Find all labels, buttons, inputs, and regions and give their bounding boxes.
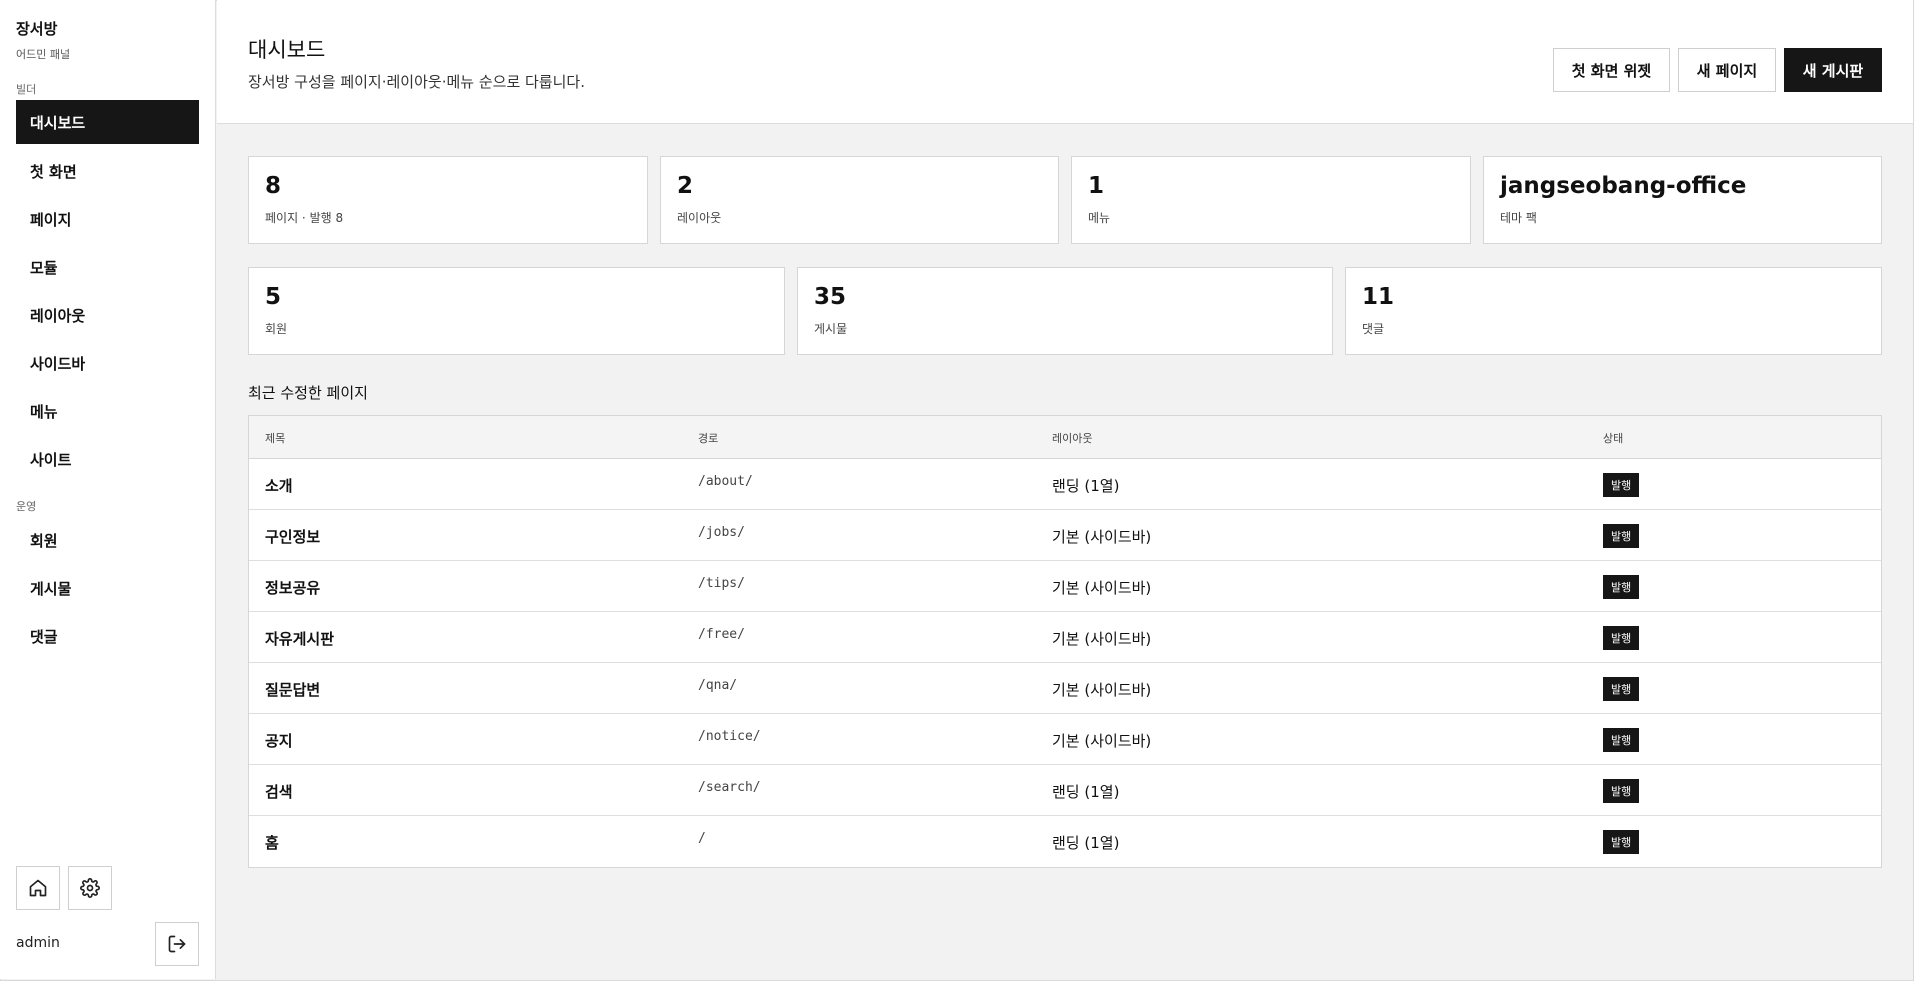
stat-card-comments: 11 댓글 xyxy=(1345,267,1882,355)
username: admin xyxy=(16,935,60,951)
page-title-link[interactable]: 공지 xyxy=(265,730,293,751)
stat-card-menus: 1 메뉴 xyxy=(1071,156,1471,244)
page-path: /notice/ xyxy=(698,729,761,744)
stat-value: 35 xyxy=(814,284,847,310)
sidebar-item-site[interactable]: 사이트 xyxy=(16,437,199,481)
column-header-title: 제목 xyxy=(265,432,286,445)
status-badge: 발행 xyxy=(1603,728,1640,752)
section-label-operations: 운영 xyxy=(16,500,37,513)
stat-value: 11 xyxy=(1362,284,1395,310)
stat-value: 2 xyxy=(677,173,694,199)
page-title-link[interactable]: 홈 xyxy=(265,832,279,853)
stat-value: 8 xyxy=(265,173,282,199)
page-path: /free/ xyxy=(698,627,745,642)
status-badge: 발행 xyxy=(1603,524,1640,548)
page-path: /about/ xyxy=(698,474,753,489)
page-layout: 기본 (사이드바) xyxy=(1052,732,1152,750)
page-layout: 기본 (사이드바) xyxy=(1052,579,1152,597)
page-path: / xyxy=(698,831,706,846)
stat-label: 페이지 · 발행 8 xyxy=(265,211,344,225)
table-row[interactable]: 구인정보 /jobs/ 기본 (사이드바) 발행 xyxy=(249,510,1881,561)
sidebar-item-home-screen[interactable]: 첫 화면 xyxy=(16,149,199,193)
page-path: /search/ xyxy=(698,780,761,795)
page-layout: 기본 (사이드바) xyxy=(1052,528,1152,546)
page-title-link[interactable]: 정보공유 xyxy=(265,577,320,598)
stat-label: 테마 팩 xyxy=(1500,211,1537,225)
status-badge: 발행 xyxy=(1603,779,1640,803)
stat-label: 댓글 xyxy=(1362,322,1385,336)
table-row[interactable]: 검색 /search/ 랜딩 (1열) 발행 xyxy=(249,765,1881,816)
table-row[interactable]: 질문답변 /qna/ 기본 (사이드바) 발행 xyxy=(249,663,1881,714)
home-widget-button[interactable]: 첫 화면 위젯 xyxy=(1553,48,1670,92)
sidebar-item-menus[interactable]: 메뉴 xyxy=(16,389,199,433)
sidebar-item-comments[interactable]: 댓글 xyxy=(16,614,199,658)
column-header-path: 경로 xyxy=(698,432,719,445)
brand-subtitle: 어드민 패널 xyxy=(16,48,71,61)
table-header: 제목 경로 레이아웃 상태 xyxy=(249,416,1881,459)
table-row[interactable]: 자유게시판 /free/ 기본 (사이드바) 발행 xyxy=(249,612,1881,663)
status-badge: 발행 xyxy=(1603,830,1640,854)
stat-label: 레이아웃 xyxy=(677,211,722,225)
page-title-link[interactable]: 자유게시판 xyxy=(265,628,334,649)
sidebar-item-modules[interactable]: 모듈 xyxy=(16,245,199,289)
recent-pages-table: 제목 경로 레이아웃 상태 소개 /about/ 랜딩 (1열) 발행 구인정보… xyxy=(248,415,1882,868)
page-title-link[interactable]: 질문답변 xyxy=(265,679,320,700)
page-layout: 기본 (사이드바) xyxy=(1052,630,1152,648)
sidebar-item-sidebars[interactable]: 사이드바 xyxy=(16,341,199,385)
home-button[interactable] xyxy=(16,866,60,910)
stat-card-layouts: 2 레이아웃 xyxy=(660,156,1059,244)
sidebar-item-members[interactable]: 회원 xyxy=(16,518,199,562)
status-badge: 발행 xyxy=(1603,677,1640,701)
new-board-button[interactable]: 새 게시판 xyxy=(1784,48,1882,92)
stat-card-members: 5 회원 xyxy=(248,267,785,355)
page-description: 장서방 구성을 페이지·레이아웃·메뉴 순으로 다룹니다. xyxy=(248,73,585,91)
settings-button[interactable] xyxy=(68,866,112,910)
stat-card-posts: 35 게시물 xyxy=(797,267,1333,355)
logout-icon xyxy=(168,935,186,953)
logout-button[interactable] xyxy=(155,922,199,966)
sidebar: 장서방 어드민 패널 빌더 대시보드 첫 화면 페이지 모듈 레이아웃 사이드바… xyxy=(0,0,216,979)
page-title-link[interactable]: 검색 xyxy=(265,781,293,802)
table-row[interactable]: 정보공유 /tips/ 기본 (사이드바) 발행 xyxy=(249,561,1881,612)
page-path: /tips/ xyxy=(698,576,745,591)
stat-value: 1 xyxy=(1088,173,1105,199)
page-path: /jobs/ xyxy=(698,525,745,540)
section-label-builder: 빌더 xyxy=(16,83,37,96)
home-icon xyxy=(29,879,47,897)
sidebar-item-layouts[interactable]: 레이아웃 xyxy=(16,293,199,337)
stat-card-pages: 8 페이지 · 발행 8 xyxy=(248,156,648,244)
status-badge: 발행 xyxy=(1603,575,1640,599)
stat-card-theme: jangseobang-office 테마 팩 xyxy=(1483,156,1882,244)
page-title: 대시보드 xyxy=(248,38,326,62)
table-row[interactable]: 공지 /notice/ 기본 (사이드바) 발행 xyxy=(249,714,1881,765)
page-title-link[interactable]: 구인정보 xyxy=(265,526,320,547)
stat-label: 회원 xyxy=(265,322,288,336)
page-path: /qna/ xyxy=(698,678,738,693)
column-header-layout: 레이아웃 xyxy=(1052,432,1093,445)
table-row[interactable]: 소개 /about/ 랜딩 (1열) 발행 xyxy=(249,459,1881,510)
sidebar-item-posts[interactable]: 게시물 xyxy=(16,566,199,610)
gear-icon xyxy=(80,878,100,898)
status-badge: 발행 xyxy=(1603,626,1640,650)
stat-label: 메뉴 xyxy=(1088,211,1111,225)
page-layout: 랜딩 (1열) xyxy=(1052,477,1120,495)
page-layout: 랜딩 (1열) xyxy=(1052,783,1120,801)
page-layout: 랜딩 (1열) xyxy=(1052,834,1120,852)
brand-title: 장서방 xyxy=(16,20,58,38)
new-page-button[interactable]: 새 페이지 xyxy=(1678,48,1776,92)
sidebar-item-dashboard[interactable]: 대시보드 xyxy=(16,100,199,144)
page-header: 대시보드 장서방 구성을 페이지·레이아웃·메뉴 순으로 다룹니다. 첫 화면 … xyxy=(217,0,1913,124)
status-badge: 발행 xyxy=(1603,473,1640,497)
sidebar-item-pages[interactable]: 페이지 xyxy=(16,197,199,241)
page-layout: 기본 (사이드바) xyxy=(1052,681,1152,699)
stat-value: jangseobang-office xyxy=(1500,173,1747,199)
stat-label: 게시물 xyxy=(814,322,848,336)
page-title-link[interactable]: 소개 xyxy=(265,475,293,496)
recent-pages-title: 최근 수정한 페이지 xyxy=(248,384,368,402)
table-row[interactable]: 홈 / 랜딩 (1열) 발행 xyxy=(249,816,1881,867)
column-header-status: 상태 xyxy=(1603,432,1624,445)
stat-value: 5 xyxy=(265,284,282,310)
